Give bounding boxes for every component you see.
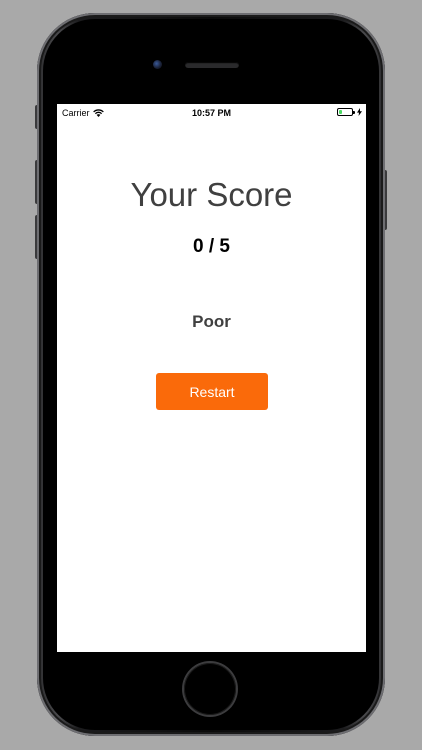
device-frame-backdrop: Carrier 10:57 PM Your Score 0 / 5 Poor R…: [0, 0, 422, 750]
front-camera-icon: [153, 60, 162, 69]
score-value: 0 / 5: [193, 236, 230, 257]
score-heading: Your Score: [130, 176, 293, 213]
clock: 10:57 PM: [191, 108, 232, 118]
status-bar: Carrier 10:57 PM: [57, 104, 366, 122]
battery-indicator: [337, 108, 362, 116]
battery-level-fill: [339, 110, 342, 114]
score-rating: Poor: [192, 312, 231, 331]
bolt-icon: [357, 108, 362, 116]
restart-button[interactable]: Restart: [156, 373, 268, 410]
home-button[interactable]: [184, 663, 236, 715]
earpiece-speaker: [185, 62, 239, 68]
battery-icon: [337, 108, 355, 116]
app-screen: Carrier 10:57 PM Your Score 0 / 5 Poor R…: [57, 104, 366, 652]
